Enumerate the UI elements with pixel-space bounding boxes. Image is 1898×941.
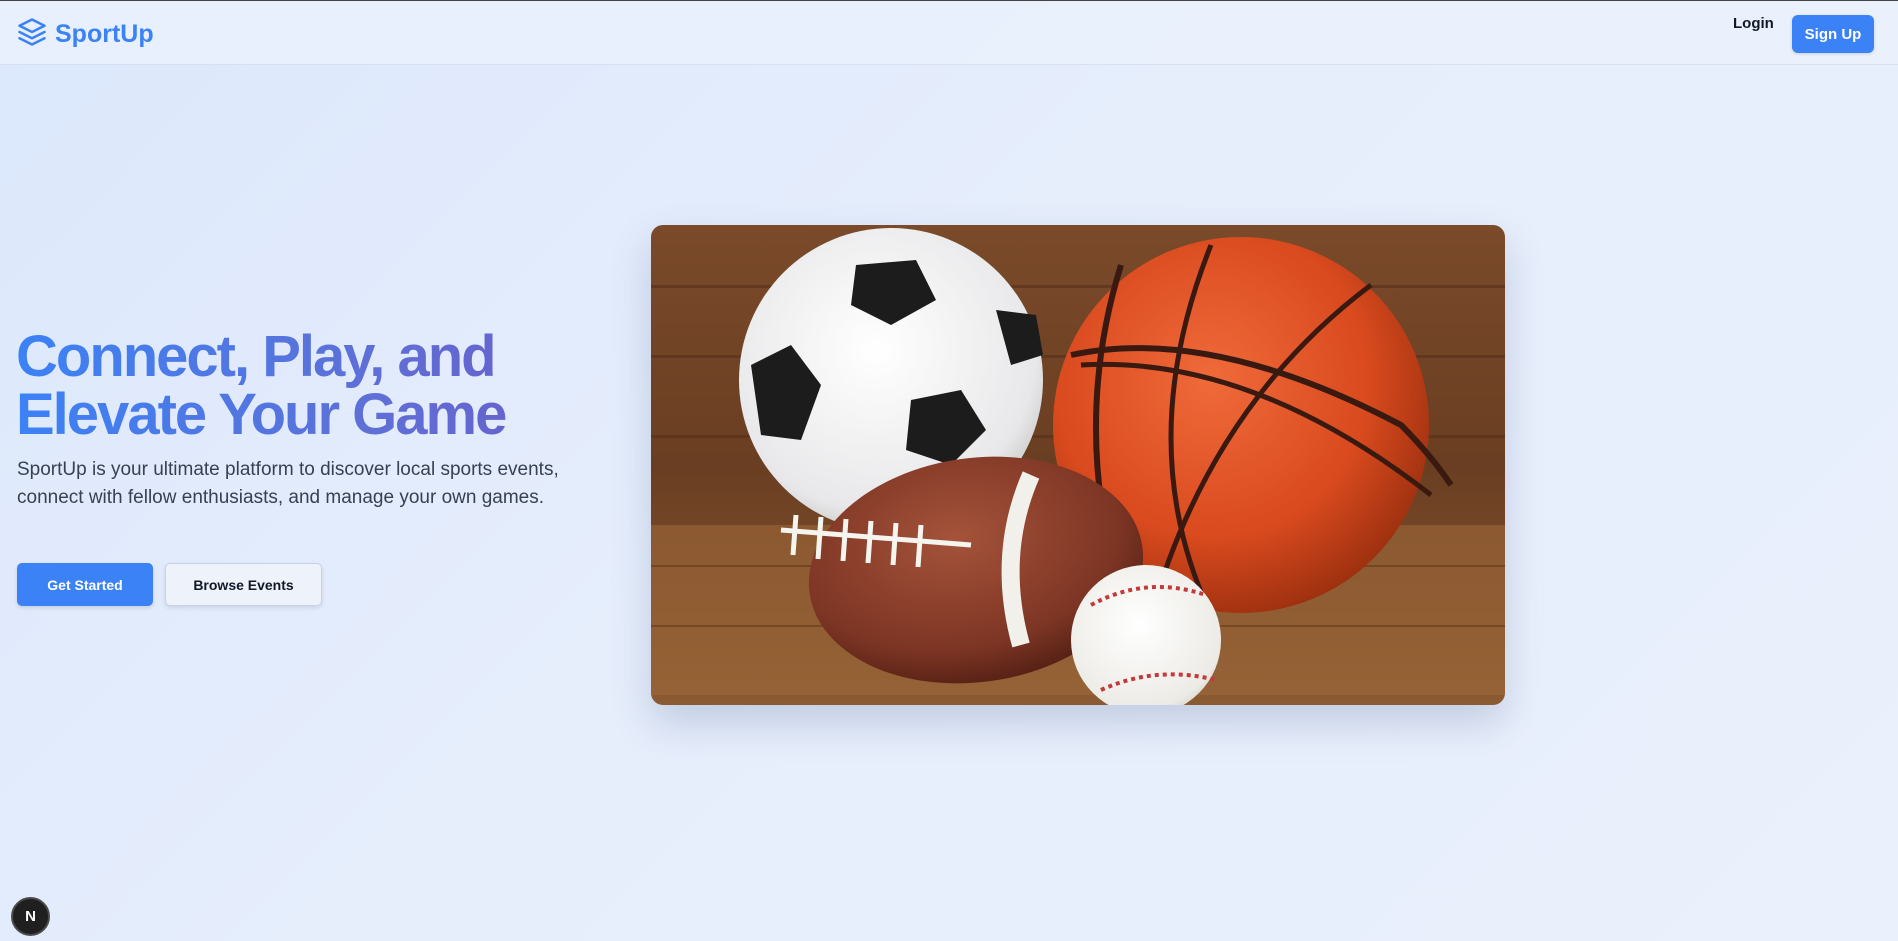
headline-line-1: Connect, Play, and (16, 324, 495, 389)
hero-description: SportUp is your ultimate platform to dis… (17, 459, 559, 508)
brand-logo[interactable]: SportUp (17, 17, 154, 52)
hero-image (651, 225, 1505, 705)
top-navbar: SportUp Login Sign Up (0, 1, 1898, 65)
browse-events-button[interactable]: Browse Events (165, 563, 322, 606)
sign-up-button[interactable]: Sign Up (1792, 15, 1874, 53)
get-started-button[interactable]: Get Started (17, 563, 153, 606)
layers-icon (17, 17, 47, 52)
nextjs-logo-icon: N (25, 908, 36, 925)
nextjs-dev-badge[interactable]: N (11, 897, 50, 936)
login-link[interactable]: Login (1733, 15, 1774, 32)
hero-headline: Connect, Play, and Elevate Your Game (16, 328, 616, 444)
brand-name: SportUp (55, 20, 154, 48)
headline-line-2: Elevate Your Game (16, 382, 506, 447)
